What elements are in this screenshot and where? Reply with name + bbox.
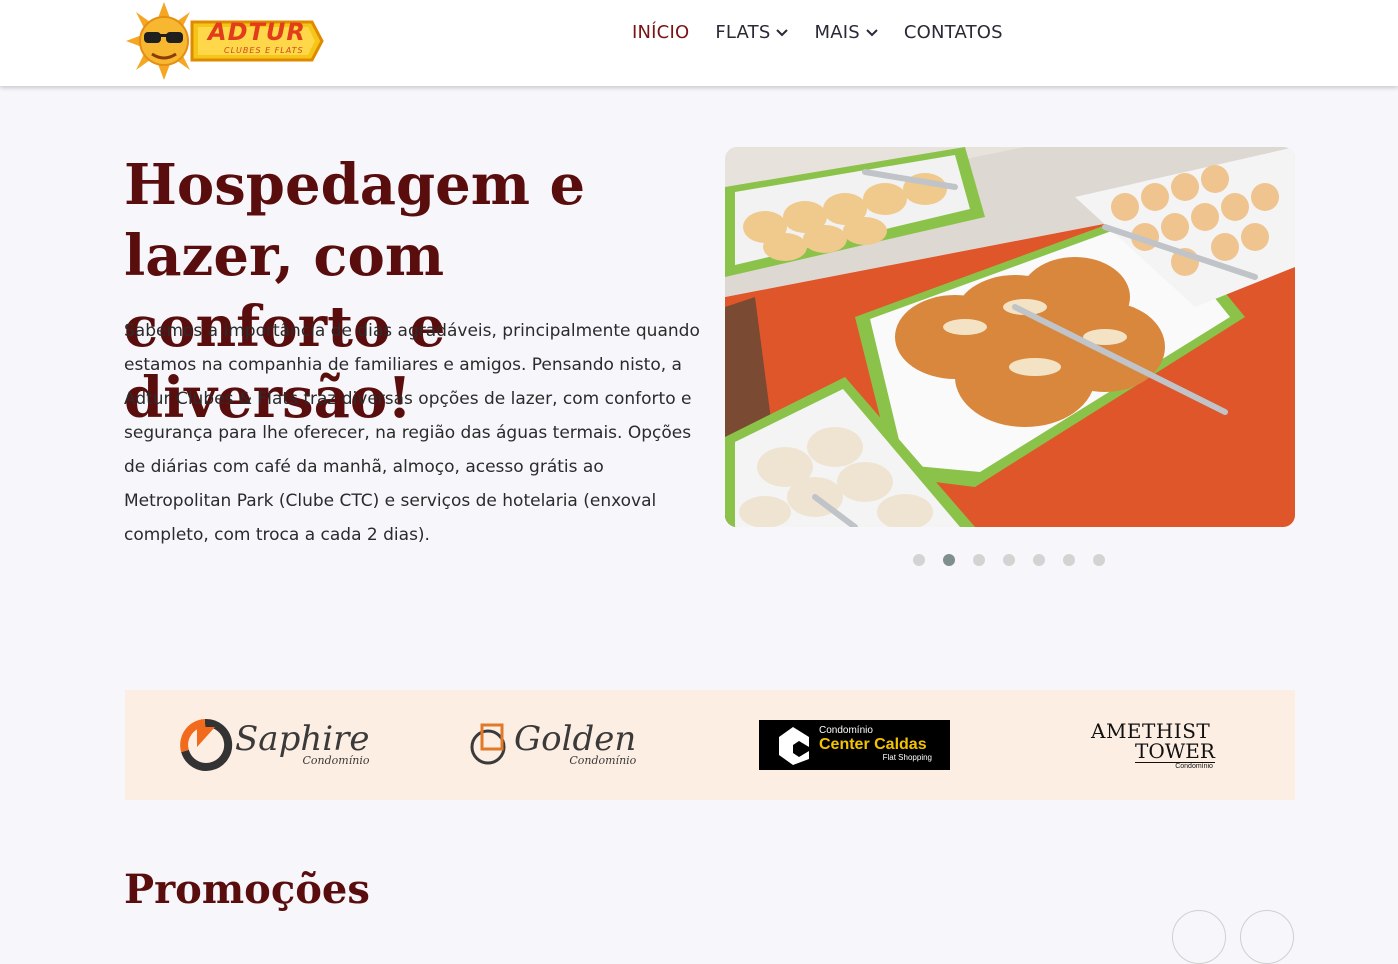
nav-label: CONTATOS <box>903 22 1003 43</box>
partner-brands-strip: Saphire Condomínio Golden Condomínio Con… <box>125 690 1295 800</box>
carousel-dots <box>913 554 1105 566</box>
center-caldas-line3: Flat Shopping <box>882 753 932 762</box>
nav-label: INÍCIO <box>632 22 690 43</box>
nav-label: FLATS <box>715 22 771 43</box>
nav-item-contatos[interactable]: CONTATOS <box>904 22 1003 43</box>
hero-description: Sabemos a importância de dias agradáveis… <box>124 321 700 545</box>
chevron-down-icon <box>866 28 878 36</box>
center-caldas-line2: Center Caldas <box>819 736 927 753</box>
chevron-down-icon <box>776 28 789 36</box>
breakfast-buffet-image <box>725 147 1295 527</box>
logo-tagline: CLUBES E FLATS <box>224 46 304 55</box>
saphire-logo[interactable]: Saphire Condomínio <box>177 690 369 800</box>
promotions-title: Promoções <box>124 866 370 913</box>
golden-mark-icon <box>470 723 506 765</box>
carousel-dot[interactable] <box>1033 554 1045 566</box>
center-caldas-mark-icon <box>779 727 809 765</box>
amethist-sub: Condomínio <box>1175 762 1213 770</box>
carousel-dot[interactable] <box>1003 554 1015 566</box>
amethist-tower-logo[interactable]: AMETHIST TOWER Condomínio <box>1091 690 1215 800</box>
golden-logo[interactable]: Golden Condomínio <box>468 690 636 800</box>
golden-name: Golden <box>514 718 637 759</box>
nav-label: MAIS <box>814 22 860 43</box>
saphire-mark-icon <box>180 718 233 771</box>
amethist-line2: TOWER <box>1135 738 1215 763</box>
carousel-dot[interactable] <box>1093 554 1105 566</box>
site-header: ADTUR CLUBES E FLATS INÍCIO FLATS MAIS C… <box>0 0 1398 86</box>
adtur-logo[interactable]: ADTUR CLUBES E FLATS <box>124 0 324 82</box>
carousel-next-button[interactable] <box>1240 910 1294 964</box>
carousel-dot[interactable] <box>913 554 925 566</box>
carousel-dot[interactable] <box>1063 554 1075 566</box>
carousel-dot[interactable] <box>973 554 985 566</box>
center-caldas-logo[interactable]: Condomínio Center Caldas Flat Shopping <box>759 690 950 800</box>
nav-item-inicio[interactable]: INÍCIO <box>632 22 689 43</box>
nav-item-mais[interactable]: MAIS <box>814 22 878 43</box>
carousel-image[interactable] <box>725 147 1295 527</box>
carousel-prev-button[interactable] <box>1172 910 1226 964</box>
center-caldas-box: Condomínio Center Caldas Flat Shopping <box>759 720 950 770</box>
nav-item-flats[interactable]: FLATS <box>715 22 789 43</box>
saphire-name: Saphire <box>235 718 370 759</box>
logo-text: ADTUR <box>208 18 306 46</box>
main-nav: INÍCIO FLATS MAIS CONTATOS <box>632 22 1029 43</box>
center-caldas-line1: Condomínio <box>819 725 873 736</box>
carousel-dot-active[interactable] <box>943 554 955 566</box>
amethist-line1: AMETHIST <box>1091 718 1211 743</box>
